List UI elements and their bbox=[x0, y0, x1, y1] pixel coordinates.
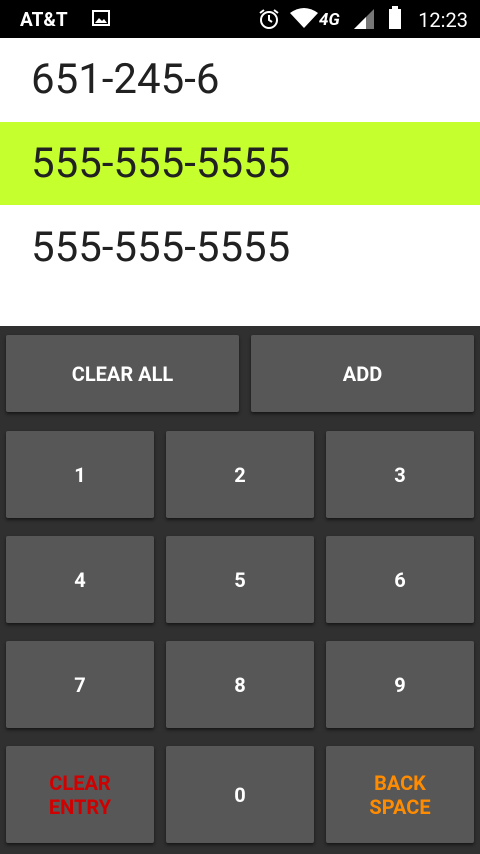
carrier-label: AT&T bbox=[20, 8, 68, 31]
network-type-label: 4G bbox=[319, 10, 340, 30]
digit-6-button[interactable]: 6 bbox=[326, 536, 474, 623]
backspace-button[interactable]: BACK SPACE bbox=[326, 746, 474, 843]
add-button[interactable]: ADD bbox=[251, 335, 474, 412]
current-entry: 651-245-6 bbox=[31, 55, 220, 104]
clock-label: 12:23 bbox=[418, 8, 468, 32]
digit-3-button[interactable]: 3 bbox=[326, 431, 474, 518]
list-item[interactable]: 555-555-5555 bbox=[0, 122, 480, 205]
digit-0-button[interactable]: 0 bbox=[166, 746, 314, 843]
clear-all-button[interactable]: CLEAR ALL bbox=[6, 335, 239, 412]
wifi-icon bbox=[289, 7, 319, 33]
signal-icon bbox=[352, 8, 376, 34]
digit-5-button[interactable]: 5 bbox=[166, 536, 314, 623]
battery-icon bbox=[388, 6, 402, 34]
clear-entry-button[interactable]: CLEAR ENTRY bbox=[6, 746, 154, 843]
number-list: 651-245-6 555-555-5555 555-555-5555 bbox=[0, 38, 480, 326]
alarm-icon bbox=[258, 8, 280, 34]
digit-2-button[interactable]: 2 bbox=[166, 431, 314, 518]
digit-4-button[interactable]: 4 bbox=[6, 536, 154, 623]
list-item[interactable]: 555-555-5555 bbox=[0, 206, 480, 289]
digit-9-button[interactable]: 9 bbox=[326, 641, 474, 728]
digit-1-button[interactable]: 1 bbox=[6, 431, 154, 518]
digit-8-button[interactable]: 8 bbox=[166, 641, 314, 728]
status-bar: AT&T 4G 12:23 bbox=[0, 0, 480, 38]
digit-7-button[interactable]: 7 bbox=[6, 641, 154, 728]
image-icon bbox=[92, 9, 110, 31]
